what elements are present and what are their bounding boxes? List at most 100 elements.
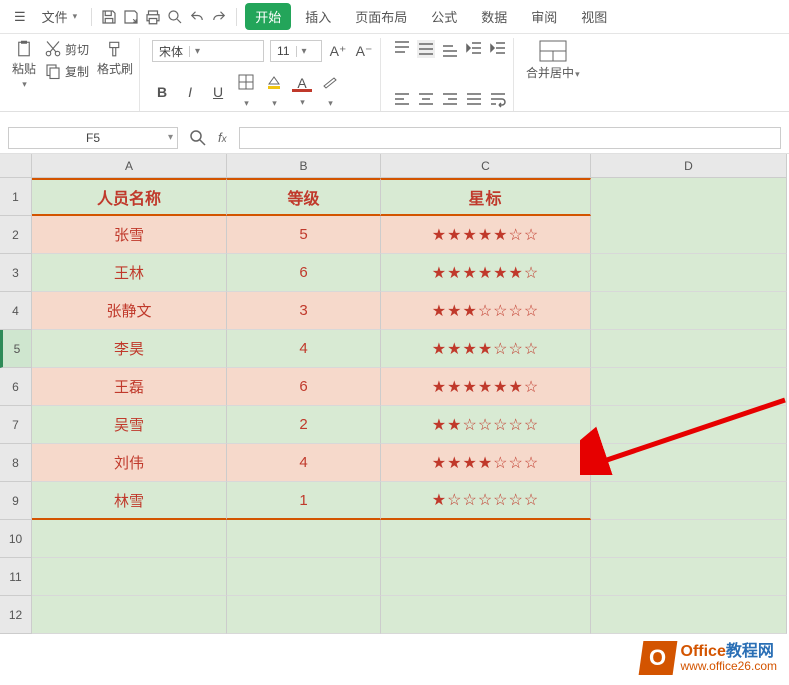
header-stars[interactable]: 星标 — [381, 178, 591, 216]
cell[interactable] — [32, 596, 227, 634]
copy-button[interactable]: 复制 — [44, 62, 89, 80]
tab-review[interactable]: 审阅 — [521, 3, 567, 30]
row-header[interactable]: 2 — [0, 216, 32, 254]
cell[interactable] — [591, 330, 787, 368]
cell[interactable] — [381, 596, 591, 634]
italic-button[interactable]: I — [180, 84, 200, 100]
decrease-font-button[interactable]: A⁻ — [354, 43, 374, 60]
print-icon[interactable] — [144, 8, 162, 26]
cell[interactable] — [227, 596, 381, 634]
font-size-combo[interactable]: 11▾ — [270, 40, 322, 62]
cell-stars[interactable]: ★★★★★★☆ — [381, 254, 591, 292]
cell-stars[interactable]: ★★★★☆☆☆ — [381, 444, 591, 482]
zoom-icon[interactable] — [190, 130, 206, 146]
cell[interactable] — [32, 558, 227, 596]
indent-increase-icon[interactable] — [489, 40, 507, 58]
name-box[interactable]: F5▾ — [8, 127, 178, 149]
cell[interactable] — [381, 520, 591, 558]
cell-name[interactable]: 林雪 — [32, 482, 227, 520]
col-header-A[interactable]: A — [32, 154, 227, 178]
increase-font-button[interactable]: A⁺ — [328, 43, 348, 60]
cell[interactable] — [591, 596, 787, 634]
cell-level[interactable]: 3 — [227, 292, 381, 330]
row-header[interactable]: 8 — [0, 444, 32, 482]
tab-start[interactable]: 开始 — [245, 3, 291, 30]
cell-level[interactable]: 1 — [227, 482, 381, 520]
tab-formula[interactable]: 公式 — [421, 3, 467, 30]
border-button[interactable]: ▾ — [236, 74, 256, 109]
cell[interactable] — [227, 558, 381, 596]
align-right-icon[interactable] — [441, 91, 459, 109]
merge-center-button[interactable]: 合并居中▾ — [526, 40, 580, 81]
cell-name[interactable]: 吴雪 — [32, 406, 227, 444]
row-header[interactable]: 12 — [0, 596, 32, 634]
bold-button[interactable]: B — [152, 84, 172, 100]
indent-decrease-icon[interactable] — [465, 40, 483, 58]
undo-icon[interactable] — [188, 8, 206, 26]
cell-stars[interactable]: ★★★★☆☆☆ — [381, 330, 591, 368]
cell[interactable] — [591, 444, 787, 482]
redo-icon[interactable] — [210, 8, 228, 26]
fill-color-button[interactable]: ▾ — [264, 74, 284, 109]
print-preview-icon[interactable] — [166, 8, 184, 26]
header-level[interactable]: 等级 — [227, 178, 381, 216]
cell[interactable] — [591, 178, 787, 216]
cell-stars[interactable]: ★★★☆☆☆☆ — [381, 292, 591, 330]
cell-name[interactable]: 李昊 — [32, 330, 227, 368]
cell-name[interactable]: 张静文 — [32, 292, 227, 330]
tab-page-layout[interactable]: 页面布局 — [345, 3, 417, 30]
paste-button[interactable]: 粘贴▾ — [12, 40, 36, 90]
cell[interactable] — [32, 520, 227, 558]
row-header[interactable]: 11 — [0, 558, 32, 596]
save-as-icon[interactable] — [122, 8, 140, 26]
cell-level[interactable]: 5 — [227, 216, 381, 254]
cell-stars[interactable]: ★☆☆☆☆☆☆ — [381, 482, 591, 520]
cell[interactable] — [381, 558, 591, 596]
font-color-button[interactable]: A▾ — [292, 75, 312, 108]
row-header[interactable]: 10 — [0, 520, 32, 558]
cell-stars[interactable]: ★★☆☆☆☆☆ — [381, 406, 591, 444]
row-header[interactable]: 4 — [0, 292, 32, 330]
cell[interactable] — [591, 406, 787, 444]
cell[interactable] — [591, 558, 787, 596]
select-all-corner[interactable] — [0, 154, 32, 178]
align-top-icon[interactable] — [393, 40, 411, 58]
cell[interactable] — [591, 482, 787, 520]
cell-name[interactable]: 王林 — [32, 254, 227, 292]
hamburger-icon[interactable]: ☰ — [8, 7, 32, 27]
cell-name[interactable]: 张雪 — [32, 216, 227, 254]
clear-format-button[interactable]: ▾ — [320, 74, 340, 109]
cell-stars[interactable]: ★★★★★★☆ — [381, 368, 591, 406]
cut-button[interactable]: 剪切 — [44, 40, 89, 58]
row-header[interactable]: 1 — [0, 178, 32, 216]
col-header-B[interactable]: B — [227, 154, 381, 178]
row-header-selected[interactable]: 5 — [0, 330, 32, 368]
cell[interactable] — [591, 520, 787, 558]
cell-name[interactable]: 刘伟 — [32, 444, 227, 482]
cell[interactable] — [227, 520, 381, 558]
row-header[interactable]: 7 — [0, 406, 32, 444]
col-header-C[interactable]: C — [381, 154, 591, 178]
header-name[interactable]: 人员名称 — [32, 178, 227, 216]
tab-data[interactable]: 数据 — [471, 3, 517, 30]
cell[interactable] — [591, 216, 787, 254]
cell-level[interactable]: 6 — [227, 368, 381, 406]
align-justify-icon[interactable] — [465, 91, 483, 109]
align-bottom-icon[interactable] — [441, 40, 459, 58]
cell[interactable] — [591, 254, 787, 292]
col-header-D[interactable]: D — [591, 154, 787, 178]
font-family-combo[interactable]: 宋体▾ — [152, 40, 264, 62]
cell-level[interactable]: 6 — [227, 254, 381, 292]
cell[interactable] — [591, 292, 787, 330]
wrap-text-icon[interactable] — [489, 91, 507, 109]
cell-level[interactable]: 4 — [227, 330, 381, 368]
cell-level[interactable]: 4 — [227, 444, 381, 482]
cell-level[interactable]: 2 — [227, 406, 381, 444]
format-painter-button[interactable]: 格式刷 — [97, 40, 133, 90]
underline-button[interactable]: U — [208, 84, 228, 100]
tab-view[interactable]: 视图 — [571, 3, 617, 30]
row-header[interactable]: 3 — [0, 254, 32, 292]
formula-input[interactable] — [239, 127, 781, 149]
cell-stars[interactable]: ★★★★★☆☆ — [381, 216, 591, 254]
align-left-icon[interactable] — [393, 91, 411, 109]
